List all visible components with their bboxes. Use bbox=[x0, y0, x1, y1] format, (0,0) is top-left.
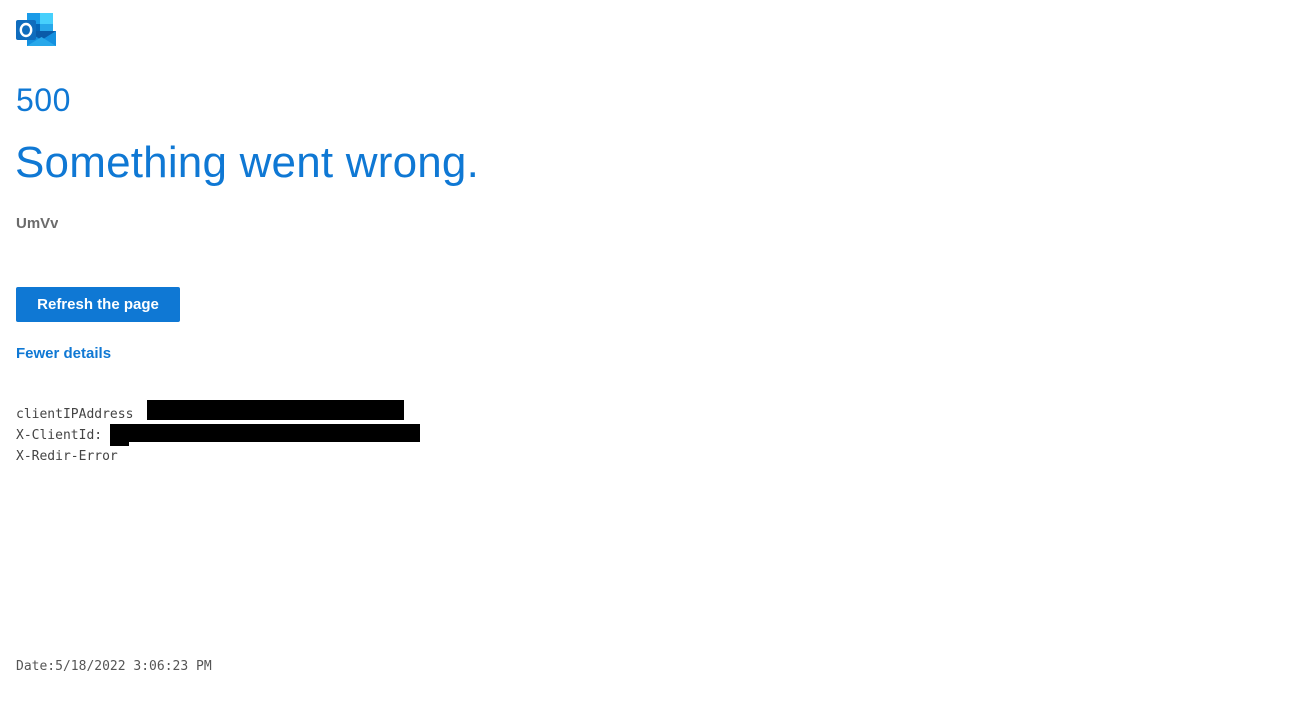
client-ip-redaction bbox=[147, 400, 404, 420]
error-code: 500 bbox=[16, 82, 71, 118]
fewer-details-link[interactable]: Fewer details bbox=[16, 345, 111, 363]
client-ip-row: clientIPAddress bbox=[16, 400, 404, 425]
error-title: Something went wrong. bbox=[15, 138, 480, 187]
error-detail-text: UmVv bbox=[16, 215, 58, 232]
client-ip-label: clientIPAddress bbox=[16, 407, 134, 422]
redir-error-row: X-Redir-Error bbox=[16, 446, 133, 467]
refresh-page-button[interactable]: Refresh the page bbox=[16, 287, 180, 322]
redir-error-label: X-Redir-Error bbox=[16, 449, 118, 464]
error-date: Date:5/18/2022 3:06:23 PM bbox=[16, 656, 212, 672]
client-id-row: X-ClientId: bbox=[16, 424, 420, 446]
client-id-label: X-ClientId: bbox=[16, 428, 103, 443]
outlook-logo-icon bbox=[16, 12, 57, 47]
client-id-redaction bbox=[110, 424, 420, 442]
error-date-text: Date:5/18/2022 3:06:23 PM bbox=[16, 659, 212, 672]
diagnostic-details: clientIPAddress X-ClientId: X-Redir-Erro… bbox=[16, 400, 420, 467]
